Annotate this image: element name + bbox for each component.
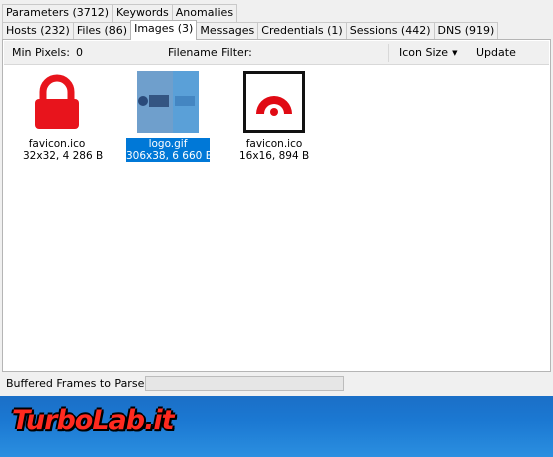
icon-size-dropdown[interactable]: Icon Size ▼ [392, 42, 464, 63]
tab-parameters[interactable]: Parameters (3712) [2, 4, 114, 22]
image-info: 32x32, 4 286 B [23, 150, 104, 162]
tab-images[interactable]: Images (3) [130, 20, 198, 40]
image-info: 306x38, 6 660 B [126, 150, 213, 162]
filename-filter-label: Filename Filter: [168, 46, 252, 59]
tab-files[interactable]: Files (86) [72, 22, 132, 40]
tab-hosts[interactable]: Hosts (232) [2, 22, 74, 40]
tab-credentials[interactable]: Credentials (1) [257, 22, 347, 40]
toolbar-separator [388, 44, 389, 62]
watermark-logo: TurboLab.it [12, 405, 175, 436]
logo-thumbnail [137, 71, 199, 133]
image-caption-3[interactable]: favicon.ico 16x16, 894 B [239, 138, 309, 162]
caret-down-icon: ▼ [452, 49, 458, 57]
networkminer-window: Parameters (3712) Keywords Anomalies Hos… [0, 0, 553, 396]
image-filename: logo.gif [148, 138, 188, 150]
image-caption-1[interactable]: favicon.ico 32x32, 4 286 B [23, 138, 104, 162]
buffered-frames-progress [145, 376, 344, 391]
images-panel: Min Pixels: 0 Filename Filter: Icon Size… [2, 39, 551, 372]
min-pixels-value[interactable]: 0 [76, 46, 83, 59]
lock-icon [35, 74, 79, 129]
tab-messages[interactable]: Messages [196, 22, 259, 40]
thumbnail-favicon-lock[interactable] [26, 71, 88, 133]
image-caption-2[interactable]: logo.gif 306x38, 6 660 B [126, 138, 213, 162]
images-toolbar: Min Pixels: 0 Filename Filter: Icon Size… [4, 41, 549, 65]
thumbnail-logo-gif[interactable] [137, 71, 199, 133]
image-filename: favicon.ico [28, 138, 86, 150]
min-pixels-label: Min Pixels: [12, 46, 70, 59]
tab-sessions[interactable]: Sessions (442) [345, 22, 435, 40]
thumbnail-favicon-semicircle[interactable] [243, 71, 305, 133]
buffered-frames-label: Buffered Frames to Parse: [6, 377, 149, 390]
image-info: 16x16, 894 B [239, 150, 310, 162]
tab-dns[interactable]: DNS (919) [433, 22, 499, 40]
tab-row-bottom: Hosts (232) Files (86) Images (3) Messag… [2, 20, 499, 40]
tab-row-top: Parameters (3712) Keywords Anomalies [2, 4, 238, 22]
icon-size-label: Icon Size [399, 46, 449, 59]
semicircle-favicon [256, 96, 292, 116]
status-bar: Buffered Frames to Parse: [0, 373, 553, 395]
image-filename: favicon.ico [245, 138, 303, 150]
update-button[interactable]: Update [469, 42, 523, 63]
